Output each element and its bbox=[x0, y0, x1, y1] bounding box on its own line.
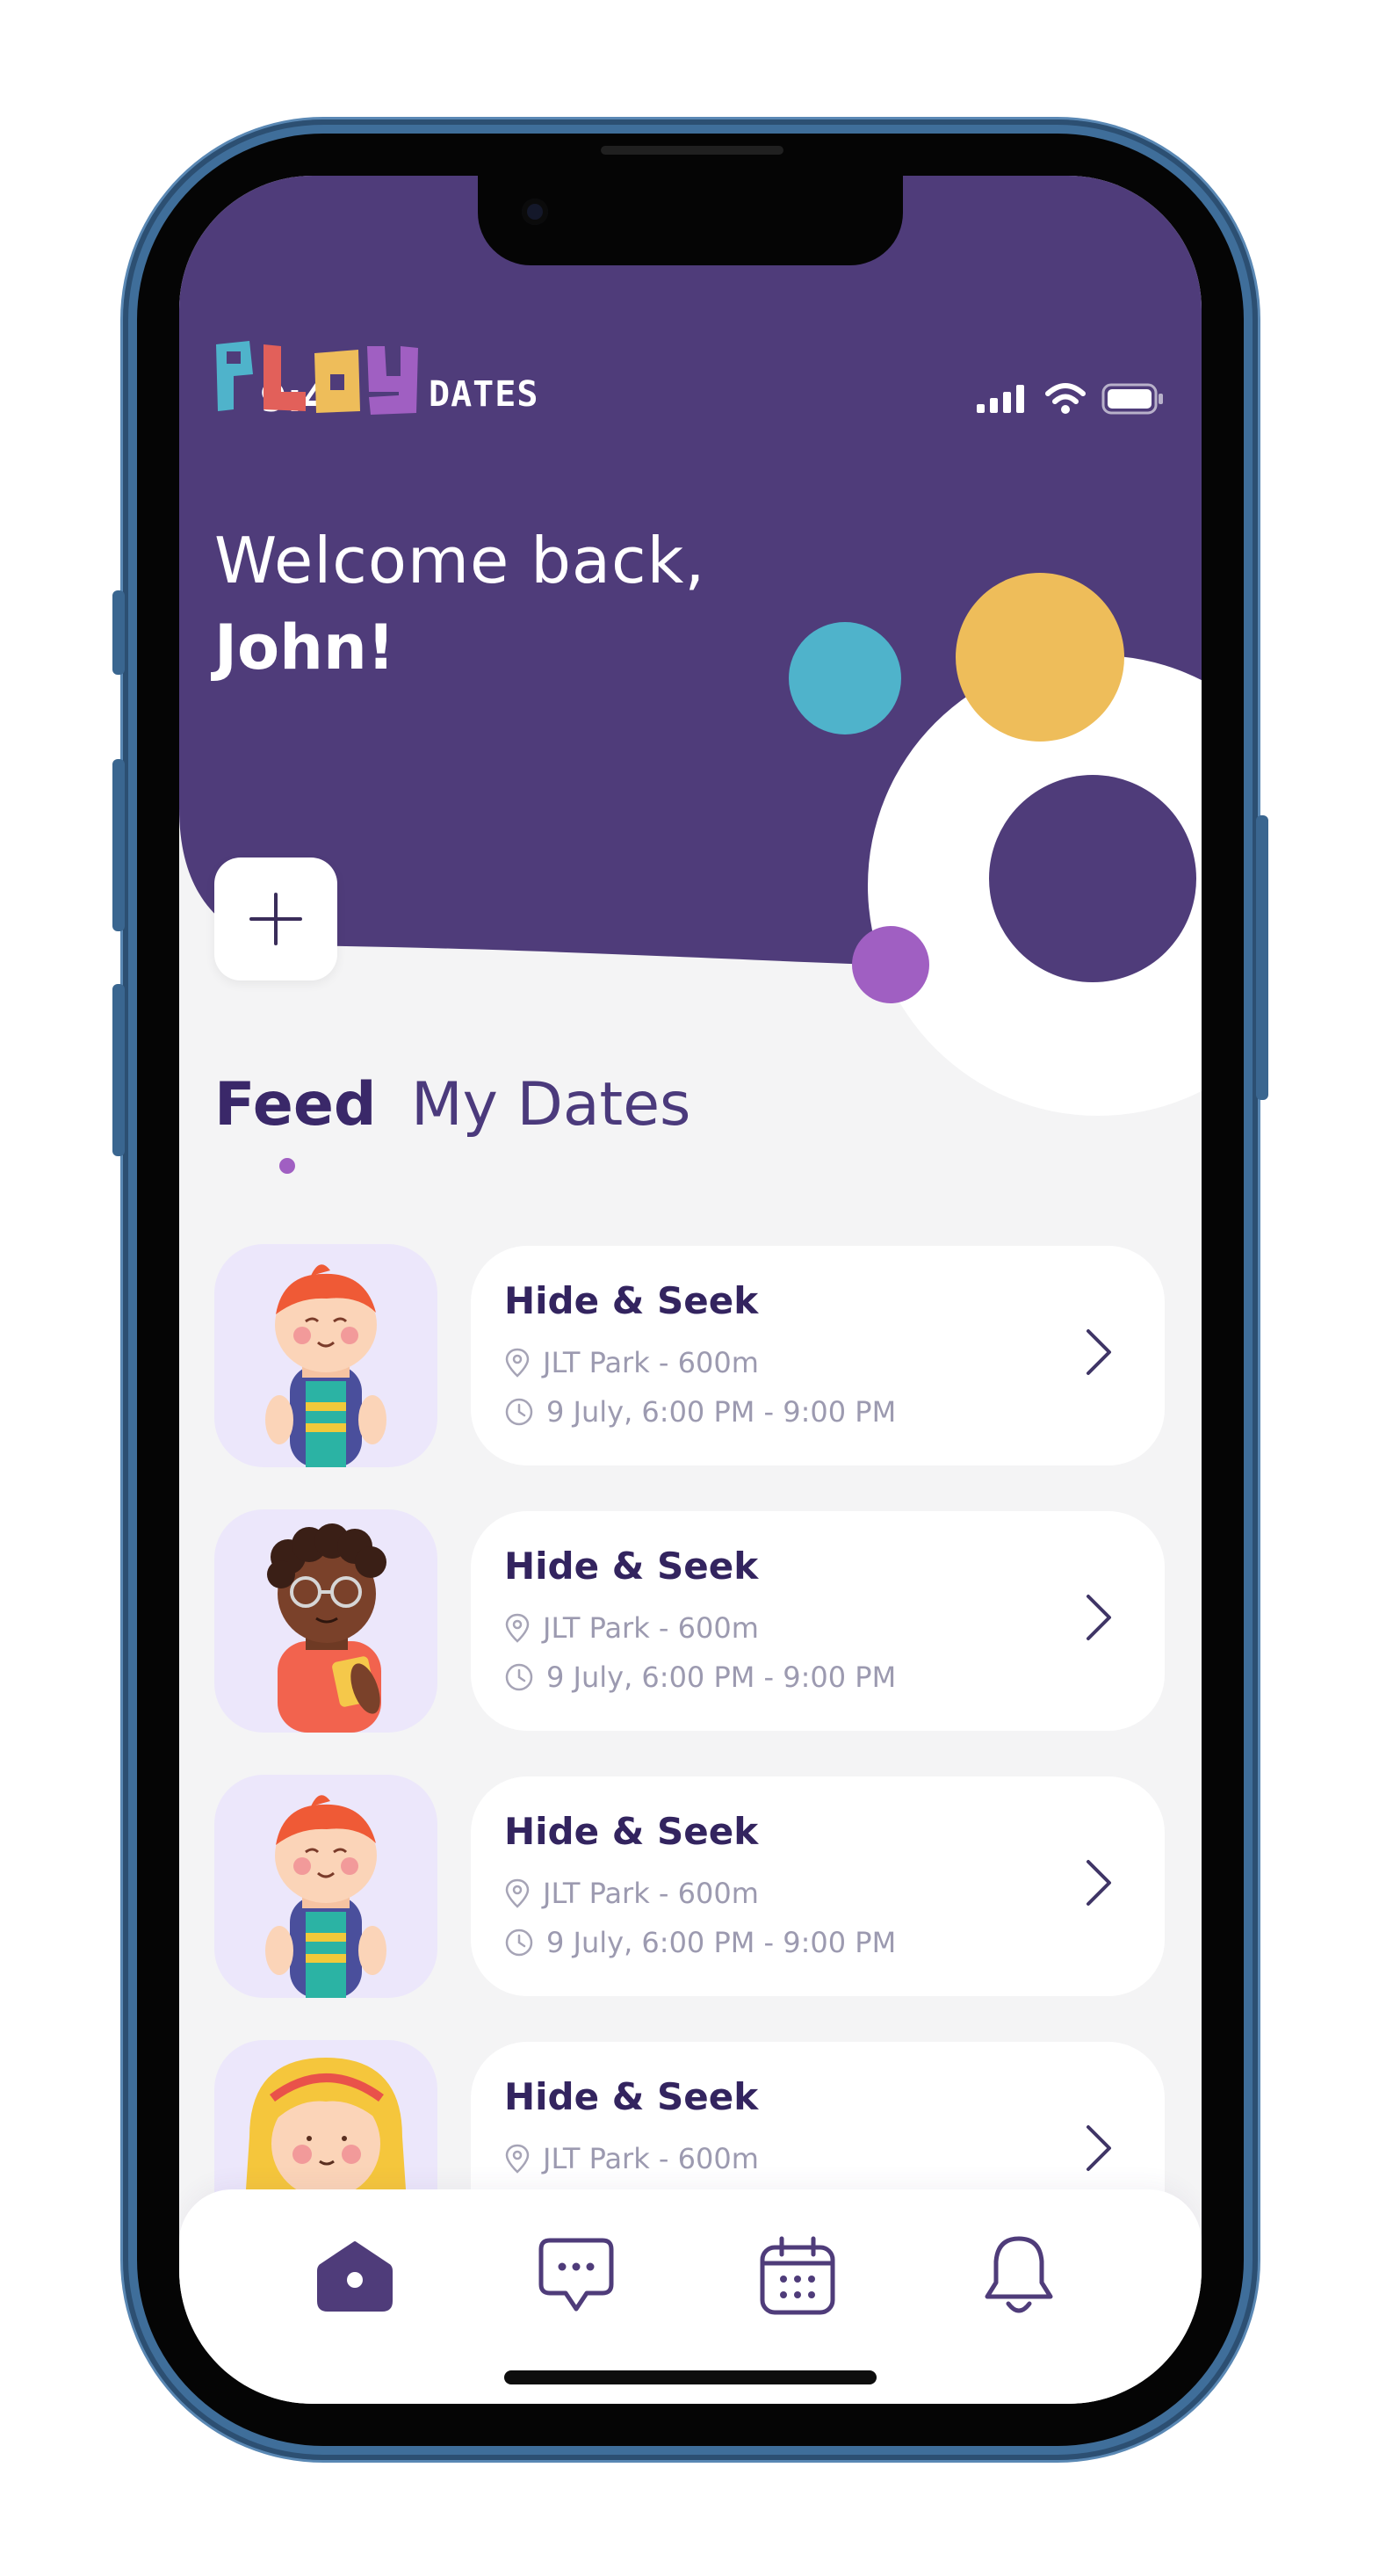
volume-up-button bbox=[112, 759, 125, 931]
feed-card[interactable]: Hide & Seek JLT Park - 600m 9 July, 6:00… bbox=[471, 1511, 1165, 1731]
card-location-row: JLT Park - 600m bbox=[504, 2142, 759, 2175]
clock-icon bbox=[505, 1398, 533, 1426]
welcome-text: Welcome back, bbox=[214, 524, 706, 597]
card-time-row: 9 July, 6:00 PM - 9:00 PM bbox=[504, 1661, 896, 1694]
card-location: JLT Park - 600m bbox=[543, 1611, 759, 1645]
app-screen: 9:41 DATES Welcome back, John! Feed My D… bbox=[179, 176, 1202, 2404]
card-time: 9 July, 6:00 PM - 9:00 PM bbox=[546, 1661, 897, 1694]
feed-card[interactable]: Hide & Seek JLT Park - 600m 9 July, 6:00… bbox=[471, 1776, 1165, 1996]
add-playdate-button[interactable] bbox=[214, 857, 337, 980]
battery-icon bbox=[1101, 383, 1163, 415]
calendar-icon bbox=[760, 2236, 835, 2315]
user-name: John! bbox=[214, 611, 395, 684]
card-title: Hide & Seek bbox=[504, 1545, 759, 1588]
location-pin-icon bbox=[505, 1348, 530, 1378]
tab-my-dates[interactable]: My Dates bbox=[411, 1070, 690, 1140]
home-indicator bbox=[504, 2370, 877, 2384]
avatar[interactable] bbox=[214, 1775, 437, 1998]
card-location: JLT Park - 600m bbox=[543, 2142, 759, 2175]
feed-card[interactable]: Hide & Seek JLT Park - 600m 9 July, 6:00… bbox=[471, 1246, 1165, 1465]
clock-icon bbox=[505, 1663, 533, 1691]
card-time-row: 9 July, 6:00 PM - 9:00 PM bbox=[504, 1926, 896, 1959]
card-location: JLT Park - 600m bbox=[543, 1346, 759, 1379]
boy-curly-glasses-avatar-icon bbox=[267, 1523, 386, 1733]
bell-icon bbox=[985, 2236, 1053, 2313]
nav-messages[interactable] bbox=[532, 2232, 620, 2319]
card-time: 9 July, 6:00 PM - 9:00 PM bbox=[546, 1926, 897, 1959]
plus-icon bbox=[249, 893, 302, 945]
power-button bbox=[1256, 815, 1268, 1100]
earpiece-speaker bbox=[601, 146, 783, 155]
chevron-right-icon bbox=[1087, 1595, 1111, 1640]
card-location-row: JLT Park - 600m bbox=[504, 1611, 759, 1645]
card-time-row: 9 July, 6:00 PM - 9:00 PM bbox=[504, 1395, 896, 1429]
home-icon bbox=[317, 2241, 393, 2312]
card-time: 9 July, 6:00 PM - 9:00 PM bbox=[546, 1395, 897, 1429]
location-pin-icon bbox=[505, 2144, 530, 2174]
location-pin-icon bbox=[505, 1878, 530, 1908]
clock-icon bbox=[505, 1928, 533, 1957]
boy-red-hair-avatar-icon bbox=[265, 1795, 386, 1998]
app-logo: DATES bbox=[214, 339, 583, 418]
card-location-row: JLT Park - 600m bbox=[504, 1877, 759, 1910]
front-camera bbox=[522, 199, 548, 225]
chevron-right-icon bbox=[1087, 2125, 1111, 2171]
card-location-row: JLT Park - 600m bbox=[504, 1346, 759, 1379]
card-title: Hide & Seek bbox=[504, 1810, 759, 1853]
logo-text: DATES bbox=[429, 374, 539, 415]
avatar[interactable] bbox=[214, 1509, 437, 1733]
tab-feed[interactable]: Feed bbox=[214, 1070, 377, 1140]
nav-notifications[interactable] bbox=[975, 2232, 1063, 2319]
nav-home[interactable] bbox=[311, 2232, 399, 2319]
nav-calendar[interactable] bbox=[754, 2232, 841, 2319]
chevron-right-icon bbox=[1087, 1860, 1111, 1906]
signal-icon bbox=[977, 385, 1024, 413]
chevron-right-icon bbox=[1087, 1329, 1111, 1375]
card-title: Hide & Seek bbox=[504, 2075, 759, 2118]
active-tab-indicator bbox=[279, 1158, 295, 1174]
boy-red-hair-avatar-icon bbox=[265, 1264, 386, 1467]
wifi-icon bbox=[1045, 383, 1086, 414]
volume-down-button bbox=[112, 984, 125, 1156]
mute-switch bbox=[112, 590, 125, 675]
avatar[interactable] bbox=[214, 1244, 437, 1467]
card-location: JLT Park - 600m bbox=[543, 1877, 759, 1910]
location-pin-icon bbox=[505, 1613, 530, 1643]
card-title: Hide & Seek bbox=[504, 1279, 759, 1322]
chat-bubble-icon bbox=[538, 2238, 614, 2312]
